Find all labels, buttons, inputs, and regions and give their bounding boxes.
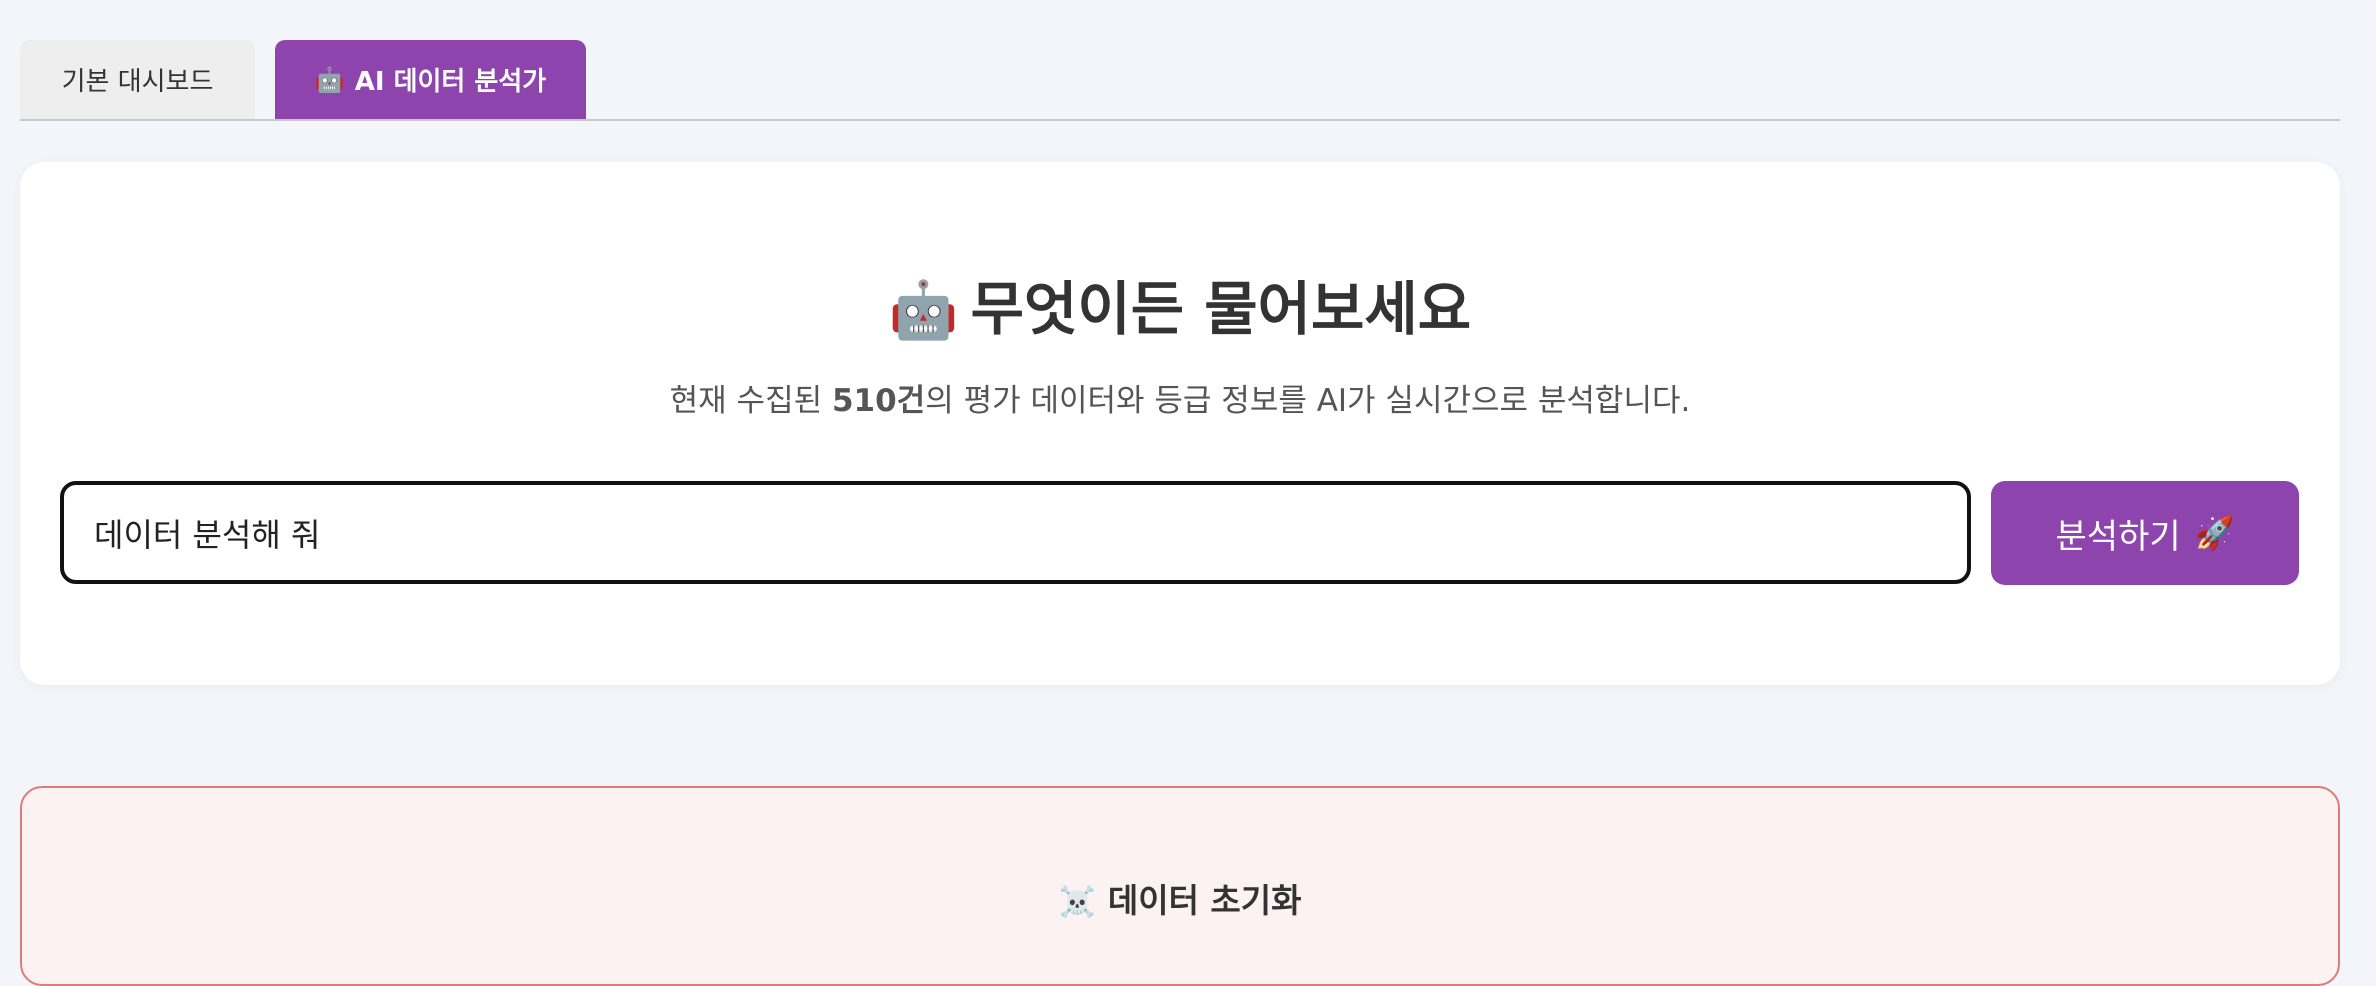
page-title-text: 무엇이든 물어보세요: [970, 275, 1472, 343]
ai-analyst-panel: 🤖 무엇이든 물어보세요 현재 수집된 510건의 평가 데이터와 등급 정보를 …: [20, 162, 2340, 685]
tab-label: 기본 대시보드: [61, 67, 214, 97]
page-subtitle: 현재 수집된 510건의 평가 데이터와 등급 정보를 AI가 실시간으로 분석…: [20, 375, 2340, 420]
skull-crossbones-icon: ☠️: [1058, 885, 1096, 920]
subtitle-prefix: 현재 수집된: [669, 383, 832, 419]
tab-ai-analyst[interactable]: 🤖 AI 데이터 분석가: [275, 40, 586, 119]
tab-label: AI 데이터 분석가: [354, 67, 547, 97]
robot-icon: 🤖: [314, 65, 345, 94]
query-input[interactable]: [60, 481, 1971, 584]
data-reset-panel: ☠️ 데이터 초기화: [20, 786, 2340, 986]
record-count: 510건: [831, 383, 926, 419]
analyze-button-label: 분석하기: [2055, 517, 2181, 556]
rocket-icon: 🚀: [2194, 515, 2235, 551]
reset-title: ☠️ 데이터 초기화: [22, 874, 2338, 922]
page-title: 🤖 무엇이든 물어보세요: [20, 262, 2340, 346]
analyze-button[interactable]: 분석하기 🚀: [1991, 481, 2299, 585]
robot-icon: 🤖: [888, 278, 959, 343]
subtitle-suffix: 의 평가 데이터와 등급 정보를 AI가 실시간으로 분석합니다.: [925, 383, 1691, 419]
tab-bar: 기본 대시보드 🤖 AI 데이터 분석가: [20, 40, 2340, 121]
tab-basic-dashboard[interactable]: 기본 대시보드: [20, 40, 255, 119]
reset-title-text: 데이터 초기화: [1107, 881, 1302, 920]
